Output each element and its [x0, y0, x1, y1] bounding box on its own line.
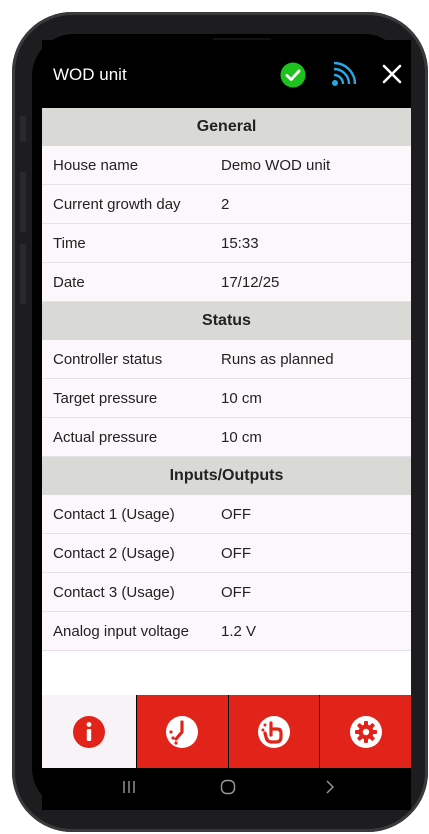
row-value: 10 cm	[221, 389, 262, 407]
info-content: General House name Demo WOD unit Current …	[42, 108, 411, 695]
side-button	[20, 116, 26, 142]
wifi-icon	[332, 61, 356, 86]
app-title: WOD unit	[53, 65, 127, 84]
row-label: Controller status	[53, 350, 163, 368]
row-value: OFF	[221, 583, 251, 601]
row-label: Contact 2 (Usage)	[53, 544, 175, 562]
table-row: Contact 3 (Usage) OFF	[42, 573, 411, 612]
table-row: Target pressure 10 cm	[42, 379, 411, 418]
row-label: Analog input voltage	[53, 622, 189, 640]
back-icon[interactable]	[324, 780, 336, 794]
tab-manual[interactable]	[227, 695, 320, 768]
row-label: Contact 1 (Usage)	[53, 505, 175, 523]
table-row: Contact 2 (Usage) OFF	[42, 534, 411, 573]
home-icon[interactable]	[220, 779, 236, 795]
table-row: Analog input voltage 1.2 V	[42, 612, 411, 651]
tab-schedule[interactable]	[135, 695, 228, 768]
table-row: Actual pressure 10 cm	[42, 418, 411, 457]
app-screen: WOD unit General House name Demo WOD unit…	[42, 40, 411, 810]
section-header: Status	[42, 302, 411, 340]
clock-icon	[166, 715, 199, 748]
table-row: Date 17/12/25	[42, 263, 411, 302]
row-value: 1.2 V	[221, 622, 257, 640]
table-row: House name Demo WOD unit	[42, 146, 411, 185]
row-value: Runs as planned	[221, 350, 334, 368]
table-row: Current growth day 2	[42, 185, 411, 224]
app-bar: WOD unit	[42, 40, 411, 108]
tab-settings[interactable]	[319, 695, 411, 768]
row-label: Time	[53, 234, 86, 252]
section-status: Status Controller status Runs as planned …	[42, 302, 411, 457]
row-value: 15:33	[221, 234, 259, 252]
info-icon	[72, 715, 105, 748]
section-header: Inputs/Outputs	[42, 457, 411, 495]
close-icon[interactable]	[380, 62, 404, 86]
hand-icon	[257, 715, 290, 748]
volume-down-button	[20, 244, 26, 304]
tab-info[interactable]	[42, 695, 136, 768]
section-header: General	[42, 108, 411, 146]
row-label: Actual pressure	[53, 428, 158, 446]
row-value: OFF	[221, 544, 251, 562]
row-value: OFF	[221, 505, 251, 523]
table-row: Controller status Runs as planned	[42, 340, 411, 379]
recent-apps-icon[interactable]	[122, 780, 136, 794]
row-value: 2	[221, 195, 230, 213]
table-row: Contact 1 (Usage) OFF	[42, 495, 411, 534]
section-inputs-outputs: Inputs/Outputs Contact 1 (Usage) OFF Cont…	[42, 457, 411, 651]
row-value: 17/12/25	[221, 273, 280, 291]
row-label: Date	[53, 273, 85, 291]
row-value: Demo WOD unit	[221, 156, 331, 174]
bottom-tab-bar	[42, 695, 411, 768]
row-value: 10 cm	[221, 428, 262, 446]
table-row: Time 15:33	[42, 224, 411, 263]
row-label: Target pressure	[53, 389, 158, 407]
volume-up-button	[20, 172, 26, 232]
settings-gear-icon	[349, 715, 382, 748]
system-navigation-bar	[42, 768, 411, 810]
row-label: Current growth day	[53, 195, 181, 213]
check-circle-icon	[280, 62, 306, 88]
section-general: General House name Demo WOD unit Current …	[42, 108, 411, 302]
row-label: Contact 3 (Usage)	[53, 583, 175, 601]
row-label: House name	[53, 156, 139, 174]
